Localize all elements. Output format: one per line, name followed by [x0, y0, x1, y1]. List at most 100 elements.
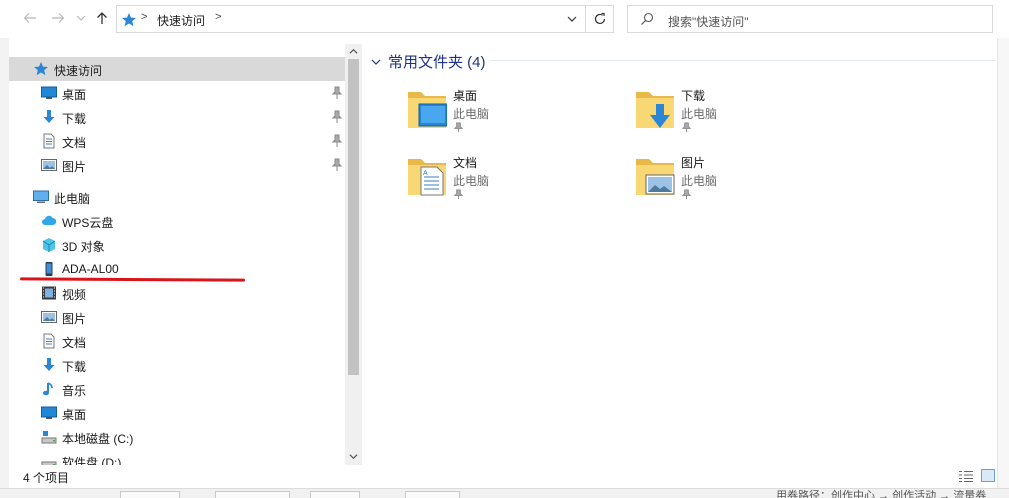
folder-tile-pictures[interactable]: 图片 此电脑 [635, 153, 855, 213]
drive-icon [41, 431, 57, 444]
navigation-pane: 快速访问 桌面 下载 文档 图片 此电脑 WPS云盘 3D 对象 ADA-AL0… [9, 44, 345, 465]
nav-item-label: 3D 对象 [62, 240, 105, 254]
nav-item-music[interactable]: 音乐 [9, 377, 345, 401]
address-bar[interactable]: > 快速访问 > [116, 5, 586, 33]
search-placeholder: 搜索"快速访问" [668, 15, 749, 29]
phone-icon [45, 262, 53, 276]
music-icon [43, 382, 53, 396]
desktop-folder-icon [408, 92, 447, 128]
nav-item-documents-pc[interactable]: 文档 [9, 329, 345, 353]
taskbar-item [405, 491, 460, 498]
chevron-down-icon [76, 15, 86, 21]
nav-item-label: 快速访问 [54, 64, 103, 78]
background-window-strip [0, 0, 9, 498]
nav-item-desktop-pc[interactable]: 桌面 [9, 401, 345, 425]
pin-icon[interactable] [331, 158, 343, 172]
nav-item-label: 下载 [62, 112, 87, 126]
nav-item-this-pc[interactable]: 此电脑 [9, 185, 345, 209]
breadcrumb-separator[interactable]: > [215, 11, 221, 23]
scrollbar-thumb[interactable] [348, 59, 359, 375]
chevron-down-icon [567, 16, 577, 22]
breadcrumb-quick-access[interactable]: 快速访问 [157, 12, 205, 29]
pin-icon[interactable] [331, 134, 343, 148]
arrow-right-icon [52, 13, 65, 23]
pictures-icon [41, 311, 57, 323]
refresh-button[interactable] [586, 5, 614, 33]
download-icon [43, 110, 55, 123]
nav-item-drive-c[interactable]: 本地磁盘 (C:) [9, 425, 345, 449]
nav-item-label: 下载 [62, 360, 87, 374]
scroll-down-button[interactable] [348, 451, 359, 462]
address-dropdown-button[interactable] [559, 6, 585, 32]
folder-tile-downloads[interactable]: 下载 此电脑 [635, 86, 855, 146]
folder-name: 文档 [453, 156, 478, 170]
recent-locations-button[interactable] [74, 8, 88, 28]
svg-text:A: A [423, 170, 428, 177]
documents-folder-icon: A [408, 159, 446, 196]
nav-item-documents[interactable]: 文档 [9, 129, 345, 153]
breadcrumb-separator[interactable]: > [141, 11, 147, 23]
folder-name: 下载 [681, 89, 706, 103]
nav-item-label: 此电脑 [54, 192, 91, 206]
navigation-toolbar: > 快速访问 > 搜索"快速访问" [0, 0, 1009, 38]
details-view-icon[interactable] [959, 470, 973, 482]
pictures-icon [41, 159, 57, 171]
computer-icon [33, 190, 49, 203]
background-text: 用券路径：创作中心 → 创作活动 → 流量券 [776, 490, 987, 498]
nav-item-label: 视频 [62, 288, 87, 302]
folder-location: 此电脑 [453, 174, 490, 188]
refresh-icon [594, 12, 605, 25]
forward-button[interactable] [48, 8, 68, 28]
nav-item-label: 本地磁盘 (C:) [62, 432, 134, 446]
group-header-frequent-folders[interactable]: 常用文件夹 (4) [370, 51, 486, 72]
pin-icon[interactable] [331, 86, 343, 100]
nav-item-wps-cloud[interactable]: WPS云盘 [9, 209, 345, 233]
taskbar-item [310, 491, 360, 498]
scroll-up-button[interactable] [348, 46, 359, 57]
up-button[interactable] [92, 8, 112, 28]
quick-access-star-icon [34, 62, 48, 76]
nav-item-label: 文档 [62, 336, 87, 350]
nav-item-downloads-pc[interactable]: 下载 [9, 353, 345, 377]
nav-item-label: WPS云盘 [62, 216, 114, 230]
folder-tile-desktop[interactable]: 桌面 此电脑 [407, 86, 627, 146]
folder-location: 此电脑 [681, 174, 718, 188]
nav-item-pictures-pc[interactable]: 图片 [9, 305, 345, 329]
pin-icon[interactable] [331, 110, 343, 124]
folder-name: 图片 [681, 156, 706, 170]
taskbar-item [215, 491, 290, 498]
nav-item-label: ADA-AL00 [62, 262, 119, 276]
cube-icon [42, 238, 56, 252]
nav-item-videos[interactable]: 视频 [9, 281, 345, 305]
nav-item-downloads[interactable]: 下载 [9, 105, 345, 129]
window-right-edge [997, 0, 1009, 498]
taskbar-item [120, 491, 180, 498]
background-taskbar: 用券路径：创作中心 → 创作活动 → 流量券 [0, 488, 1009, 498]
chevron-down-icon [349, 454, 358, 460]
nav-item-label: 文档 [62, 136, 87, 150]
chevron-up-icon [349, 48, 358, 54]
status-bar: 4 个项目 [9, 465, 997, 488]
folder-location: 此电脑 [681, 107, 718, 121]
nav-item-label: 桌面 [62, 408, 87, 422]
search-box[interactable]: 搜索"快速访问" [627, 5, 993, 33]
nav-item-label: 桌面 [62, 88, 87, 102]
nav-item-label: 图片 [62, 160, 87, 174]
nav-item-pictures[interactable]: 图片 [9, 153, 345, 177]
pin-icon [681, 189, 692, 200]
folder-tile-documents[interactable]: A 文档 此电脑 [407, 153, 627, 213]
nav-item-desktop[interactable]: 桌面 [9, 81, 345, 105]
nav-item-drive-d[interactable]: 软件盘 (D:) [9, 449, 345, 465]
search-icon [641, 12, 654, 25]
large-icons-view-icon[interactable] [981, 469, 995, 482]
back-button[interactable] [20, 8, 40, 28]
nav-pane-scrollbar[interactable] [345, 44, 362, 465]
downloads-folder-icon [636, 92, 674, 128]
folder-location: 此电脑 [453, 107, 490, 121]
nav-item-quick-access[interactable]: 快速访问 [9, 57, 345, 81]
nav-item-3d-objects[interactable]: 3D 对象 [9, 233, 345, 257]
chevron-down-icon [371, 59, 381, 65]
download-icon [43, 358, 55, 371]
document-icon [43, 133, 55, 149]
pin-icon [681, 122, 692, 133]
